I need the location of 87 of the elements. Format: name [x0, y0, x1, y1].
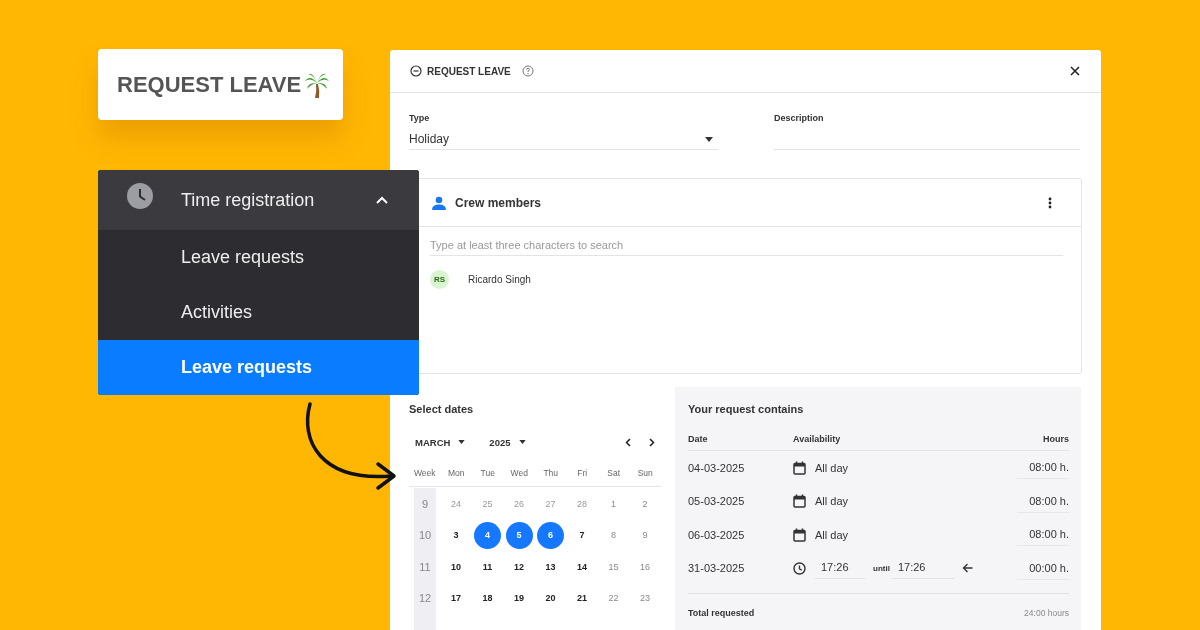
calendar-day[interactable]: 18 — [474, 584, 501, 612]
calendar-day[interactable]: 10 — [442, 553, 470, 580]
caret-icon — [458, 440, 466, 444]
calendar-day[interactable]: 12 — [505, 553, 533, 580]
calendar-icon — [793, 527, 806, 542]
calendar-day[interactable]: 6 — [537, 521, 564, 549]
calendar-day[interactable]: 8 — [600, 521, 627, 549]
calendar-day[interactable]: 7 — [568, 521, 596, 549]
minus-circle-icon — [410, 65, 422, 77]
table-cell-text: 04-03-2025 — [688, 461, 746, 474]
palm-tree-icon — [305, 71, 330, 98]
weekday-header: Week — [409, 464, 441, 487]
dropdown-field[interactable]: Holiday — [409, 129, 718, 150]
total-label: Total requested — [688, 608, 755, 618]
column-header: Date — [688, 434, 709, 444]
until-label: until — [873, 563, 890, 573]
table-cell-text: 31-03-2025 — [688, 562, 746, 575]
time-field[interactable]: 17:26 — [815, 557, 865, 580]
hours-field[interactable]: 00:00 h. — [1017, 556, 1069, 580]
clock-icon — [127, 183, 153, 209]
calendar-day[interactable]: 20 — [537, 584, 564, 612]
calendar-icon — [793, 460, 806, 475]
calendar-day[interactable]: 4 — [474, 521, 501, 549]
week-number: 10 — [414, 519, 436, 551]
calendar-day[interactable]: 16 — [631, 553, 659, 580]
more-icon[interactable] — [1048, 196, 1052, 209]
field-label: Type — [409, 113, 431, 123]
card-title: Crew members — [455, 195, 542, 210]
dialog-title: REQUEST LEAVE — [427, 65, 511, 77]
calendar-day[interactable]: 13 — [537, 553, 564, 580]
calendar-day[interactable]: 5 — [505, 521, 533, 549]
year-dropdown[interactable]: 2025 — [489, 436, 532, 448]
weekday-header: Wed — [503, 464, 535, 487]
calendar-day[interactable]: 21 — [568, 584, 596, 612]
table-cell-text: 06-03-2025 — [688, 528, 746, 541]
table-cell-text: 05-03-2025 — [688, 495, 746, 508]
week-number: 12 — [414, 582, 436, 614]
avatar: RS — [430, 270, 449, 289]
member-name: Ricardo Singh — [468, 274, 531, 285]
table-cell: All day — [815, 461, 849, 474]
calendar-day[interactable]: 1 — [600, 490, 627, 517]
calendar-day[interactable]: 14 — [568, 553, 596, 580]
weekday-header: Sat — [598, 464, 630, 487]
section-title: Select dates — [409, 402, 475, 417]
time-field[interactable]: 17:26 — [891, 557, 954, 580]
table-cell: All day — [815, 528, 849, 541]
caret-icon — [518, 440, 526, 444]
weekday-header: Mon — [440, 464, 472, 487]
calendar-day[interactable]: 22 — [600, 584, 627, 612]
weekday-header: Sun — [629, 464, 661, 487]
hours-field[interactable]: 08:00 h. — [1017, 523, 1069, 547]
total-value: 24:00 hours — [1024, 608, 1069, 618]
menu-item[interactable]: Activities — [98, 285, 419, 340]
week-number: 11 — [414, 551, 436, 583]
next-icon[interactable] — [649, 437, 655, 447]
calendar-day[interactable]: 3 — [442, 521, 470, 549]
close-icon[interactable] — [1069, 65, 1081, 77]
weekday-header: Fri — [566, 464, 598, 487]
calendar-icon — [793, 494, 806, 509]
table-cell: All day — [815, 495, 849, 508]
help-icon[interactable] — [521, 65, 534, 77]
hours-field[interactable]: 08:00 h. — [1017, 489, 1069, 513]
hours-field[interactable]: 08:00 h. — [1017, 456, 1069, 480]
arrow-left-icon — [961, 563, 973, 574]
field-label: Description — [774, 113, 825, 123]
month-dropdown[interactable]: MARCH — [415, 436, 472, 448]
clock-icon — [793, 561, 806, 575]
menu-item[interactable]: Leave requests — [98, 230, 419, 285]
calendar-day[interactable]: 19 — [505, 584, 533, 612]
column-header: Availability — [793, 434, 842, 444]
weekday-header: Tue — [472, 464, 504, 487]
card-title: REQUEST LEAVE — [117, 71, 302, 98]
menu-item[interactable]: Leave requests — [98, 340, 419, 395]
calendar-day[interactable]: 2 — [631, 490, 659, 517]
caret-icon — [705, 136, 713, 142]
menu-group[interactable]: Time registration — [98, 170, 419, 230]
section-title: Your request contains — [688, 402, 805, 417]
calendar-day[interactable]: 17 — [442, 584, 470, 612]
calendar-day[interactable]: 9 — [631, 521, 659, 549]
calendar-day[interactable]: 11 — [474, 553, 501, 580]
calendar-day[interactable]: 15 — [600, 553, 627, 580]
previous-icon[interactable] — [625, 437, 631, 447]
calendar-day[interactable]: 23 — [631, 584, 659, 612]
weekday-header: Thu — [535, 464, 567, 487]
week-number: 9 — [414, 488, 436, 520]
person-icon — [432, 195, 446, 210]
column-header: Hours — [1043, 434, 1069, 444]
